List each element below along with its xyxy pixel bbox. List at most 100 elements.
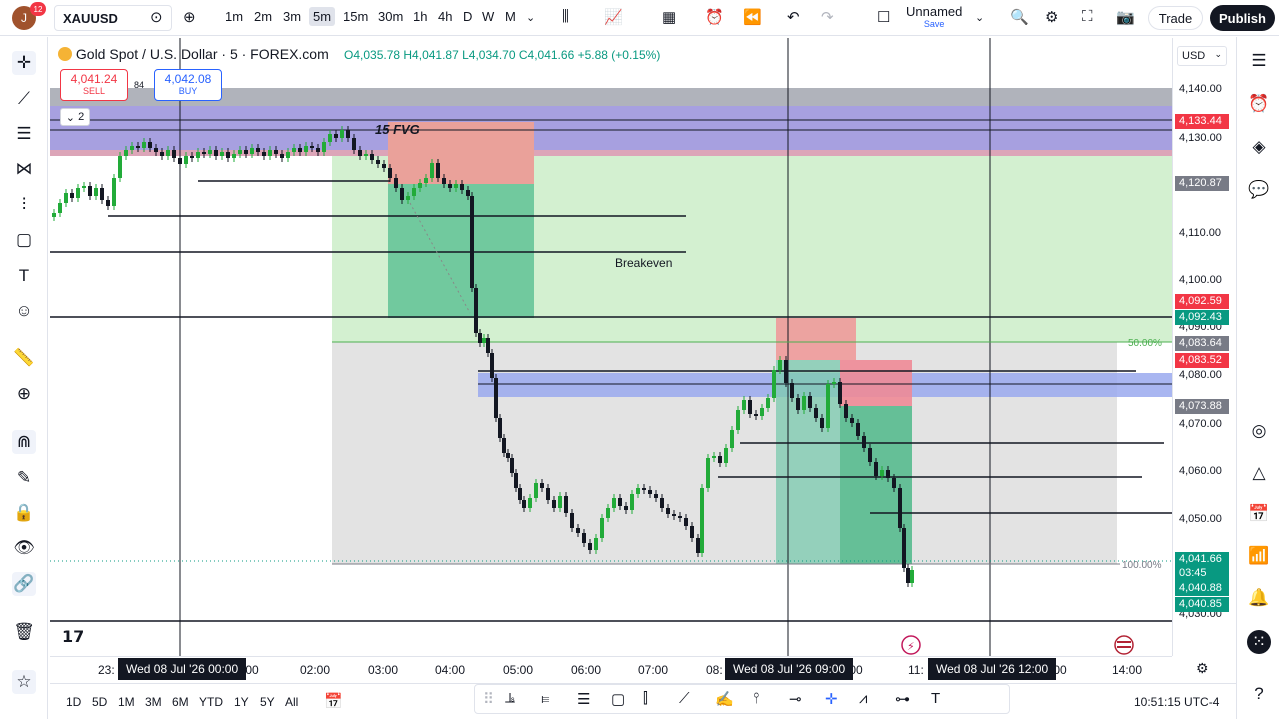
target-icon[interactable]: ◎ (1247, 419, 1271, 443)
link-icon[interactable]: 🔗 (12, 572, 36, 596)
interval-d[interactable]: D (463, 9, 472, 24)
signal-icon[interactable]: 📶 (1247, 544, 1271, 568)
clock[interactable]: 10:51:15 UTC-4 (1134, 695, 1219, 709)
price-range-icon[interactable]: ⫿ (643, 690, 648, 707)
candle (718, 456, 722, 463)
flag-stripe (1117, 646, 1131, 648)
drawing-mode-icon[interactable]: ✎ (12, 466, 36, 490)
templates-icon[interactable]: ▦ (662, 8, 676, 26)
range-all[interactable]: All (285, 695, 298, 709)
interval-m[interactable]: M (505, 9, 516, 24)
interval-1m[interactable]: 1m (225, 9, 243, 24)
indicators-icon[interactable]: 📈 (604, 8, 623, 26)
long-position-icon[interactable]: ⫡ (505, 690, 515, 707)
search-icon[interactable]: 🔍 (1010, 8, 1029, 26)
goto-date-icon[interactable]: 📅 (324, 692, 343, 710)
pattern-icon[interactable]: ⋈ (12, 157, 36, 181)
chart-legend-title[interactable]: Gold Spot / U.S. Dollar · 5 · FOREX.com (58, 46, 329, 62)
trade-button[interactable]: Trade (1148, 6, 1203, 30)
indicators-collapse-button[interactable]: ⌄ 2 (60, 108, 90, 126)
horizontal-ray-icon[interactable]: ⊸ (789, 690, 802, 708)
range-6m[interactable]: 6M (172, 695, 189, 709)
range-3m[interactable]: 3M (145, 695, 162, 709)
fib-icon[interactable]: ☰ (12, 122, 36, 146)
rectangle-icon[interactable]: ▢ (611, 690, 625, 708)
brush-icon[interactable]: ✍ (715, 690, 734, 708)
undo-icon[interactable]: ↶ (787, 8, 800, 26)
alerts-clock-icon[interactable]: ⏰ (1247, 92, 1271, 116)
interval-30m[interactable]: 30m (378, 9, 403, 24)
path-icon[interactable]: ⩘ (859, 690, 867, 707)
cross-line-icon[interactable]: ✛ (825, 690, 838, 708)
price-chart[interactable]: 15 FVG Breakeven 50.00% 100.00% 𝟭𝟳 ⚡ (50, 38, 1172, 656)
ruler-icon[interactable]: 📏 (12, 346, 36, 370)
publish-button[interactable]: Publish (1210, 5, 1275, 31)
candle (250, 148, 254, 154)
eye-icon[interactable]: 👁 (12, 536, 36, 560)
compare-icon[interactable]: ⊙ (150, 8, 163, 26)
trendline-icon[interactable]: ⟋ (12, 87, 36, 111)
range-1m[interactable]: 1M (118, 695, 135, 709)
text-tool-icon[interactable]: T (931, 690, 940, 707)
camera-icon[interactable]: 📷 (1116, 8, 1135, 26)
drag-handle-icon[interactable]: ⠿ (483, 690, 494, 708)
calendar-icon[interactable]: 📅 (1247, 502, 1271, 526)
vertical-line-icon[interactable]: ⫯ (753, 690, 760, 707)
interval-15m[interactable]: 15m (343, 9, 368, 24)
redo-icon[interactable]: ↷ (821, 8, 834, 26)
interval-1h[interactable]: 1h (413, 9, 427, 24)
axis-settings-icon[interactable]: ⚙ (1196, 660, 1209, 677)
crosshair-icon[interactable]: ✛ (12, 51, 36, 75)
time-axis[interactable]: 23: :00 02:00 03:00 04:00 05:00 06:00 07… (50, 656, 1209, 682)
layout-name[interactable]: Unnamed Save (906, 4, 962, 29)
ideas-icon[interactable]: △ (1247, 461, 1271, 485)
candle-style-icon[interactable]: ⫼ (562, 8, 569, 25)
apps-grid-icon[interactable]: ⁙ (1247, 630, 1271, 654)
emoji-icon[interactable]: ☺ (12, 299, 36, 323)
us-flag-icon[interactable] (1114, 635, 1134, 655)
buy-button[interactable]: 4,042.08 BUY (154, 69, 222, 101)
candle (498, 418, 502, 438)
layers-icon[interactable]: ◈ (1247, 135, 1271, 159)
range-1d[interactable]: 1D (66, 695, 81, 709)
range-5d[interactable]: 5D (92, 695, 107, 709)
text-icon[interactable]: T (12, 264, 36, 288)
chart-canvas[interactable]: 15 FVG Breakeven 50.00% 100.00% 𝟭𝟳 ⚡ Gol… (50, 38, 1172, 656)
layout-checkbox-icon[interactable]: ☐ (877, 8, 890, 26)
interval-5m[interactable]: 5m (309, 7, 336, 26)
currency-select[interactable]: USD ⌄ (1177, 46, 1227, 66)
range-5y[interactable]: 5Y (260, 695, 275, 709)
interval-3m[interactable]: 3m (283, 9, 301, 24)
prediction-icon[interactable]: ⫶ (12, 193, 36, 217)
chat-icon[interactable]: 💬 (1247, 178, 1271, 202)
range-1y[interactable]: 1Y (234, 695, 249, 709)
candle (178, 158, 182, 164)
watchlist-icon[interactable]: ☰ (1247, 49, 1271, 73)
zoom-in-icon[interactable]: ⊕ (12, 382, 36, 406)
trash-icon[interactable]: 🗑 (12, 620, 36, 644)
range-ytd[interactable]: YTD (199, 695, 223, 709)
star-icon[interactable]: ☆ (12, 670, 36, 694)
interval-w[interactable]: W (482, 9, 494, 24)
fullscreen-icon[interactable]: ⛶ (1082, 8, 1093, 25)
help-icon[interactable]: ? (1247, 682, 1271, 706)
price-axis[interactable]: USD ⌄ 4,140.00 4,130.00 4,110.00 4,100.00… (1172, 38, 1234, 656)
add-symbol-icon[interactable]: ⊕ (183, 8, 196, 26)
settings-icon[interactable]: ⚙ (1045, 8, 1058, 26)
bell-icon[interactable]: 🔔 (1247, 586, 1271, 610)
flag-stripe (1117, 641, 1131, 643)
trendline-icon[interactable]: ⟋ (679, 690, 690, 707)
geometric-shapes-icon[interactable]: ▢ (12, 228, 36, 252)
sell-button[interactable]: 4,041.24 SELL (60, 69, 128, 101)
fib-retracement-icon[interactable]: ☰ (577, 690, 590, 708)
magnet-icon[interactable]: ⋒ (12, 430, 36, 454)
interval-2m[interactable]: 2m (254, 9, 272, 24)
alert-icon[interactable]: ⏰ (705, 8, 724, 26)
chevron-down-icon[interactable]: ⌄ (975, 11, 984, 24)
replay-icon[interactable]: ⏪ (743, 8, 762, 26)
interval-4h[interactable]: 4h (438, 9, 452, 24)
short-position-icon[interactable]: ⫢ (541, 690, 550, 707)
lock-icon[interactable]: 🔒 (12, 501, 36, 525)
horizontal-line-icon[interactable]: ⊶ (895, 690, 910, 708)
chevron-down-icon[interactable]: ⌄ (526, 11, 535, 24)
